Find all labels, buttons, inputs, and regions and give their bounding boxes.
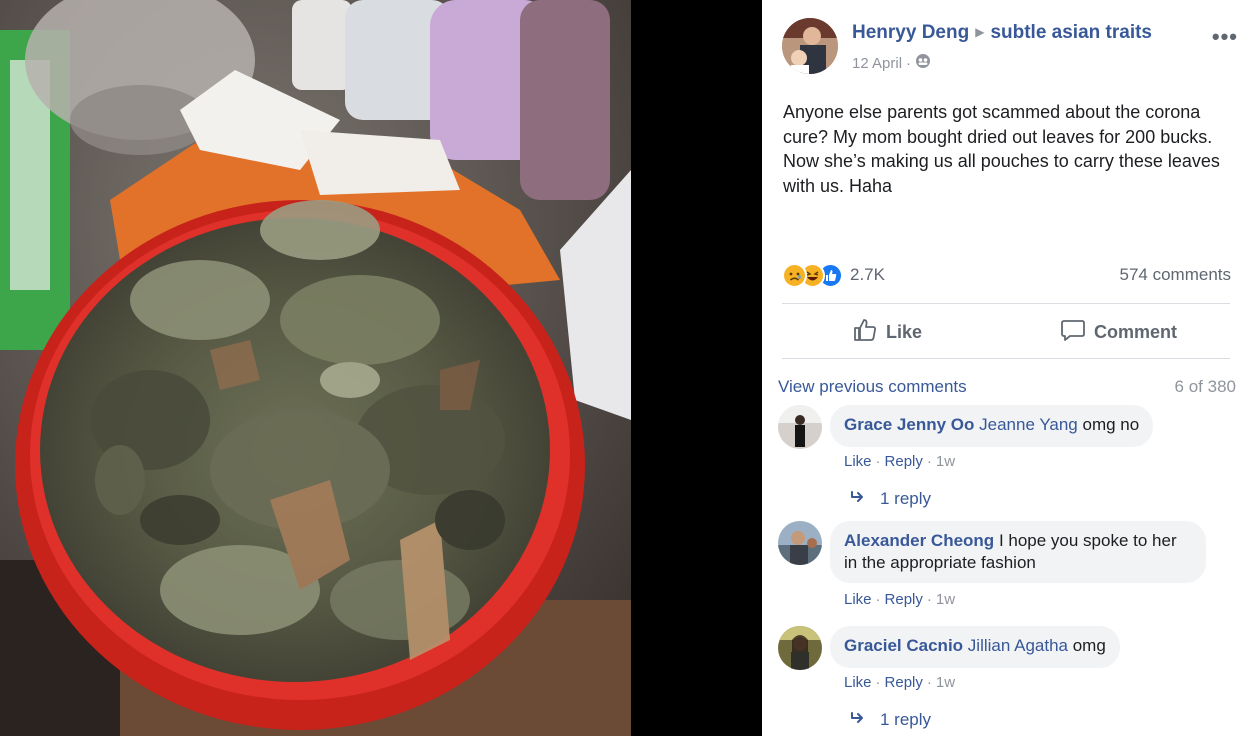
commenter-name[interactable]: Alexander Cheong [844, 531, 994, 550]
comments-shown-count: 6 of 380 [1174, 377, 1236, 396]
separator: · [875, 591, 881, 608]
commenter-avatar[interactable] [778, 521, 822, 565]
dried-leaves-bowl-image [0, 0, 631, 736]
post-header: Henryy Deng ▶ subtle asian traits 12 April… [782, 18, 1242, 74]
author-line: Henryy Deng ▶ subtle asian traits [852, 22, 1152, 44]
like-label: Like [886, 321, 923, 342]
post-text: Anyone else parents got scammed about th… [783, 102, 1220, 196]
comment-bubble: Grace Jenny Oo Jeanne Yang omg no [830, 405, 1154, 447]
tagged-user[interactable]: Jeanne Yang [979, 415, 1078, 434]
comment-label: Comment [1094, 321, 1178, 342]
group-name[interactable]: subtle asian traits [990, 22, 1152, 43]
divider [782, 303, 1230, 304]
author-name[interactable]: Henryy Deng [852, 22, 969, 43]
post-meta: 12 April · [852, 53, 931, 73]
comment-reply-link[interactable]: Reply [885, 674, 923, 691]
author-avatar[interactable] [782, 18, 838, 74]
comment-like-link[interactable]: Like [844, 591, 872, 608]
triangle-right-icon: ▶ [975, 25, 985, 39]
meta-separator: · [906, 54, 912, 72]
photo-viewer-background [631, 0, 762, 736]
author-avatar-image [782, 18, 838, 74]
comment-bubble: Alexander Cheong I hope you spoke to her… [830, 521, 1206, 583]
sad-reaction-icon [782, 262, 807, 288]
reaction-count: 2.7K [850, 265, 885, 284]
commenter-name[interactable]: Grace Jenny Oo [844, 415, 974, 434]
post-photo[interactable] [0, 0, 631, 736]
separator: · [926, 674, 932, 691]
comment-reply-link[interactable]: Reply [885, 453, 923, 470]
comment-actions: Like · Reply · 1w [844, 453, 955, 470]
separator: · [875, 453, 881, 470]
comment-button[interactable]: Comment [1060, 316, 1177, 348]
post-details-panel: Henryy Deng ▶ subtle asian traits 12 April… [762, 0, 1251, 736]
comment-like-link[interactable]: Like [844, 674, 872, 691]
comment-time[interactable]: 1w [936, 674, 955, 691]
commenter-name[interactable]: Graciel Cacnio [844, 636, 963, 655]
commenter-avatar[interactable] [778, 626, 822, 670]
comment-reply-link[interactable]: Reply [885, 591, 923, 608]
divider [782, 358, 1230, 359]
tagged-user[interactable]: Jillian Agatha [968, 636, 1068, 655]
replies-count: 1 reply [880, 710, 932, 729]
comment-actions: Like · Reply · 1w [844, 674, 955, 691]
reply-arrow-icon [850, 710, 866, 730]
post-date[interactable]: 12 April [852, 55, 902, 72]
like-button[interactable]: Like [852, 316, 922, 348]
separator: · [875, 674, 881, 691]
separator: · [926, 591, 932, 608]
group-audience-icon [915, 53, 931, 73]
comment-item: Grace Jenny Oo Jeanne Yang omg no Like · R… [778, 405, 1248, 515]
replies-count: 1 reply [880, 489, 932, 508]
speech-bubble-icon [1060, 317, 1086, 348]
more-options-button[interactable]: ••• [1212, 24, 1238, 50]
comment-time[interactable]: 1w [936, 591, 955, 608]
comment-text: omg [1072, 636, 1106, 655]
comment-item: Alexander Cheong I hope you spoke to her… [778, 521, 1248, 611]
comment-bubble: Graciel Cacnio Jillian Agatha omg [830, 626, 1120, 668]
thumbs-up-icon [852, 317, 878, 348]
commenter-avatar[interactable] [778, 405, 822, 449]
comment-actions: Like · Reply · 1w [844, 591, 955, 608]
view-replies-link[interactable]: 1 reply [850, 489, 931, 509]
comment-time[interactable]: 1w [936, 453, 955, 470]
reactions-summary[interactable]: 2.7K [782, 261, 885, 289]
comment-item: Graciel Cacnio Jillian Agatha omg Like · R… [778, 626, 1248, 736]
separator: · [926, 453, 932, 470]
comment-count-link[interactable]: 574 comments [1120, 265, 1232, 285]
view-previous-comments-link[interactable]: View previous comments [778, 377, 967, 397]
reply-arrow-icon [850, 489, 866, 509]
view-replies-link[interactable]: 1 reply [850, 710, 931, 730]
comment-like-link[interactable]: Like [844, 453, 872, 470]
comment-text: omg no [1082, 415, 1140, 434]
